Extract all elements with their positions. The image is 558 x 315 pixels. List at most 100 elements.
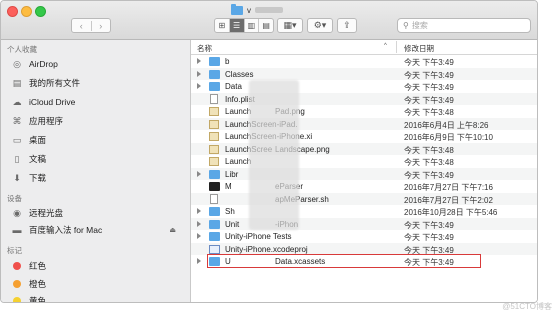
file-name: Libr bbox=[225, 169, 239, 179]
file-name: Classes bbox=[225, 69, 254, 79]
sidebar-item-airdrop[interactable]: ◎ AirDrop bbox=[11, 57, 186, 71]
back-button[interactable]: ‹ bbox=[72, 21, 91, 31]
date-column-header[interactable]: 修改日期 bbox=[404, 43, 434, 54]
folder-file-icon bbox=[209, 57, 220, 66]
file-row[interactable]: LaunchPad.png今天 下午3:48 bbox=[191, 105, 537, 118]
file-row[interactable]: MeParser2016年7月27日 下午7:16 bbox=[191, 180, 537, 193]
eject-icon[interactable]: ⏏ bbox=[169, 226, 176, 234]
tags-heading: 标记 bbox=[7, 246, 22, 255]
sidebar-item-documents[interactable]: ▯ 文稿 bbox=[11, 152, 186, 166]
file-name: Unity-iPhone.xcodeproj bbox=[225, 244, 308, 254]
file-row[interactable]: LaunchScreen-iPad.2016年6月4日 上午8:26 bbox=[191, 117, 537, 130]
applications-icon: ⌘ bbox=[12, 115, 22, 126]
cloud-icon: ☁ bbox=[12, 96, 22, 107]
disclosure-triangle-icon[interactable] bbox=[197, 70, 201, 77]
sidebar-item-remote-disc[interactable]: ◉ 远程光盘 bbox=[11, 206, 186, 220]
zoom-button[interactable] bbox=[35, 6, 46, 17]
file-row[interactable]: Classes 今天 下午3:49 bbox=[191, 67, 537, 80]
yellow-tag-icon bbox=[13, 297, 21, 302]
column-divider[interactable] bbox=[396, 41, 397, 53]
disclosure-triangle-icon[interactable] bbox=[197, 233, 201, 239]
file-name: Sh bbox=[225, 207, 235, 216]
action-button[interactable]: ⚙▾ bbox=[307, 18, 333, 33]
file-row[interactable]: Sh 2016年10月28日 下午5:46 bbox=[191, 205, 537, 218]
forward-button[interactable]: › bbox=[90, 20, 111, 31]
disclosure-triangle-icon[interactable] bbox=[197, 208, 201, 214]
file-name: M bbox=[225, 182, 232, 191]
disclosure-triangle-icon[interactable] bbox=[197, 83, 201, 89]
finder-window: v ‹ › ⊞ ☰ ▥ ▤ ▦▾ ⚙▾ ⇪ ⚲ 个人收藏 ◎ AirDrop ▤… bbox=[0, 0, 538, 303]
folder-icon bbox=[231, 3, 243, 15]
list-view-button[interactable]: ☰ bbox=[228, 19, 244, 32]
doc-file-icon bbox=[210, 193, 218, 204]
sidebar-item-label: 红色 bbox=[29, 261, 47, 271]
file-row[interactable]: Data 今天 下午3:49 bbox=[191, 80, 537, 93]
arrange-button[interactable]: ▦▾ bbox=[277, 18, 303, 33]
file-row[interactable]: LaunchScreeLandscape.png今天 下午3:48 bbox=[191, 142, 537, 155]
sidebar-item-label: 黄色 bbox=[29, 296, 47, 303]
toolbar: v ‹ › ⊞ ☰ ▥ ▤ ▦▾ ⚙▾ ⇪ ⚲ bbox=[1, 1, 537, 40]
file-row[interactable]: b 今天 下午3:49 bbox=[191, 55, 537, 68]
sidebar-item-desktop[interactable]: ▭ 桌面 bbox=[11, 133, 186, 147]
png-file-icon bbox=[209, 107, 219, 116]
sidebar-item-downloads[interactable]: ⬇ 下载 bbox=[11, 171, 186, 185]
disclosure-triangle-icon[interactable] bbox=[197, 220, 201, 227]
disclosure-triangle-icon[interactable] bbox=[197, 258, 201, 264]
column-view-button[interactable]: ▥ bbox=[243, 19, 259, 32]
file-row[interactable]: Libr 今天 下午3:49 bbox=[191, 167, 537, 180]
file-name: Launch bbox=[225, 107, 252, 116]
sidebar-item-label: 橙色 bbox=[29, 279, 47, 289]
file-list: 名称 ^ 修改日期 b 今天 下午3:49 Classes 今天 下午3:49 Data… bbox=[191, 40, 537, 302]
file-row[interactable]: LaunchScreen-iPhone.xi2016年6月9日 下午10:10 bbox=[191, 130, 537, 143]
documents-icon: ▯ bbox=[14, 153, 20, 164]
sidebar-item-tag-yellow[interactable]: 黄色 bbox=[11, 294, 186, 303]
file-date: 今天 下午3:48 bbox=[404, 145, 454, 155]
exec-file-icon bbox=[209, 182, 220, 191]
file-row[interactable]: Launch 今天 下午3:48 bbox=[191, 155, 537, 168]
window-title-text: v bbox=[247, 5, 251, 15]
file-name: Launch bbox=[225, 157, 252, 166]
search-icon: ⚲ bbox=[403, 21, 409, 30]
disclosure-triangle-icon[interactable] bbox=[197, 58, 201, 64]
file-name: Unit bbox=[225, 219, 240, 229]
file-row[interactable]: apMeParser.sh 2016年7月27日 下午2:02 bbox=[191, 192, 537, 205]
file-date: 今天 下午3:48 bbox=[404, 108, 454, 117]
doc-file-icon bbox=[210, 93, 218, 104]
sidebar-item-label: 应用程序 bbox=[29, 116, 64, 126]
sidebar-item-applications[interactable]: ⌘ 应用程序 bbox=[11, 114, 186, 128]
disc-icon: ◉ bbox=[13, 207, 21, 218]
redaction-scribble bbox=[249, 80, 299, 230]
all-files-icon: ▤ bbox=[12, 77, 22, 88]
search-input[interactable] bbox=[411, 21, 522, 30]
file-row[interactable]: Info.plist 今天 下午3:49 bbox=[191, 92, 537, 105]
sidebar-item-baidu-input[interactable]: ▬ 百度输入法 for Mac ⏏ bbox=[11, 223, 186, 237]
file-date: 今天 下午3:49 bbox=[404, 233, 454, 242]
disclosure-triangle-icon[interactable] bbox=[197, 170, 201, 177]
file-date: 今天 下午3:49 bbox=[404, 70, 454, 80]
sidebar-item-tag-red[interactable]: 红色 bbox=[11, 259, 186, 273]
desktop-icon: ▭ bbox=[12, 134, 22, 145]
coverflow-view-button[interactable]: ▤ bbox=[258, 19, 273, 32]
sidebar-item-label: 文稿 bbox=[29, 154, 47, 164]
navigation-buttons: ‹ › bbox=[71, 18, 111, 33]
search-field[interactable]: ⚲ bbox=[397, 18, 531, 33]
airdrop-icon: ◎ bbox=[13, 58, 21, 69]
sidebar-item-all-files[interactable]: ▤ 我的所有文件 bbox=[11, 76, 186, 90]
name-column-header[interactable]: 名称 bbox=[197, 43, 212, 54]
icon-view-button[interactable]: ⊞ bbox=[215, 19, 229, 32]
file-row[interactable]: Unit-iPhon今天 下午3:49 bbox=[191, 217, 537, 230]
favorites-heading: 个人收藏 bbox=[7, 45, 37, 54]
png-file-icon bbox=[209, 144, 219, 154]
sidebar-item-tag-orange[interactable]: 橙色 bbox=[11, 277, 186, 291]
sidebar-item-label: 我的所有文件 bbox=[29, 78, 81, 88]
close-button[interactable] bbox=[7, 6, 18, 17]
png-file-icon bbox=[209, 132, 219, 141]
minimize-button[interactable] bbox=[21, 6, 32, 17]
share-button[interactable]: ⇪ bbox=[337, 18, 357, 33]
sidebar-item-icloud-drive[interactable]: ☁ iCloud Drive bbox=[11, 95, 186, 109]
file-name: Unity-iPhone Tests bbox=[225, 232, 292, 241]
file-date: 今天 下午3:48 bbox=[404, 158, 454, 167]
orange-tag-icon bbox=[13, 280, 21, 288]
file-row[interactable]: Unity-iPhone Tests 今天 下午3:49 bbox=[191, 230, 537, 243]
file-date: 今天 下午3:49 bbox=[404, 58, 454, 67]
